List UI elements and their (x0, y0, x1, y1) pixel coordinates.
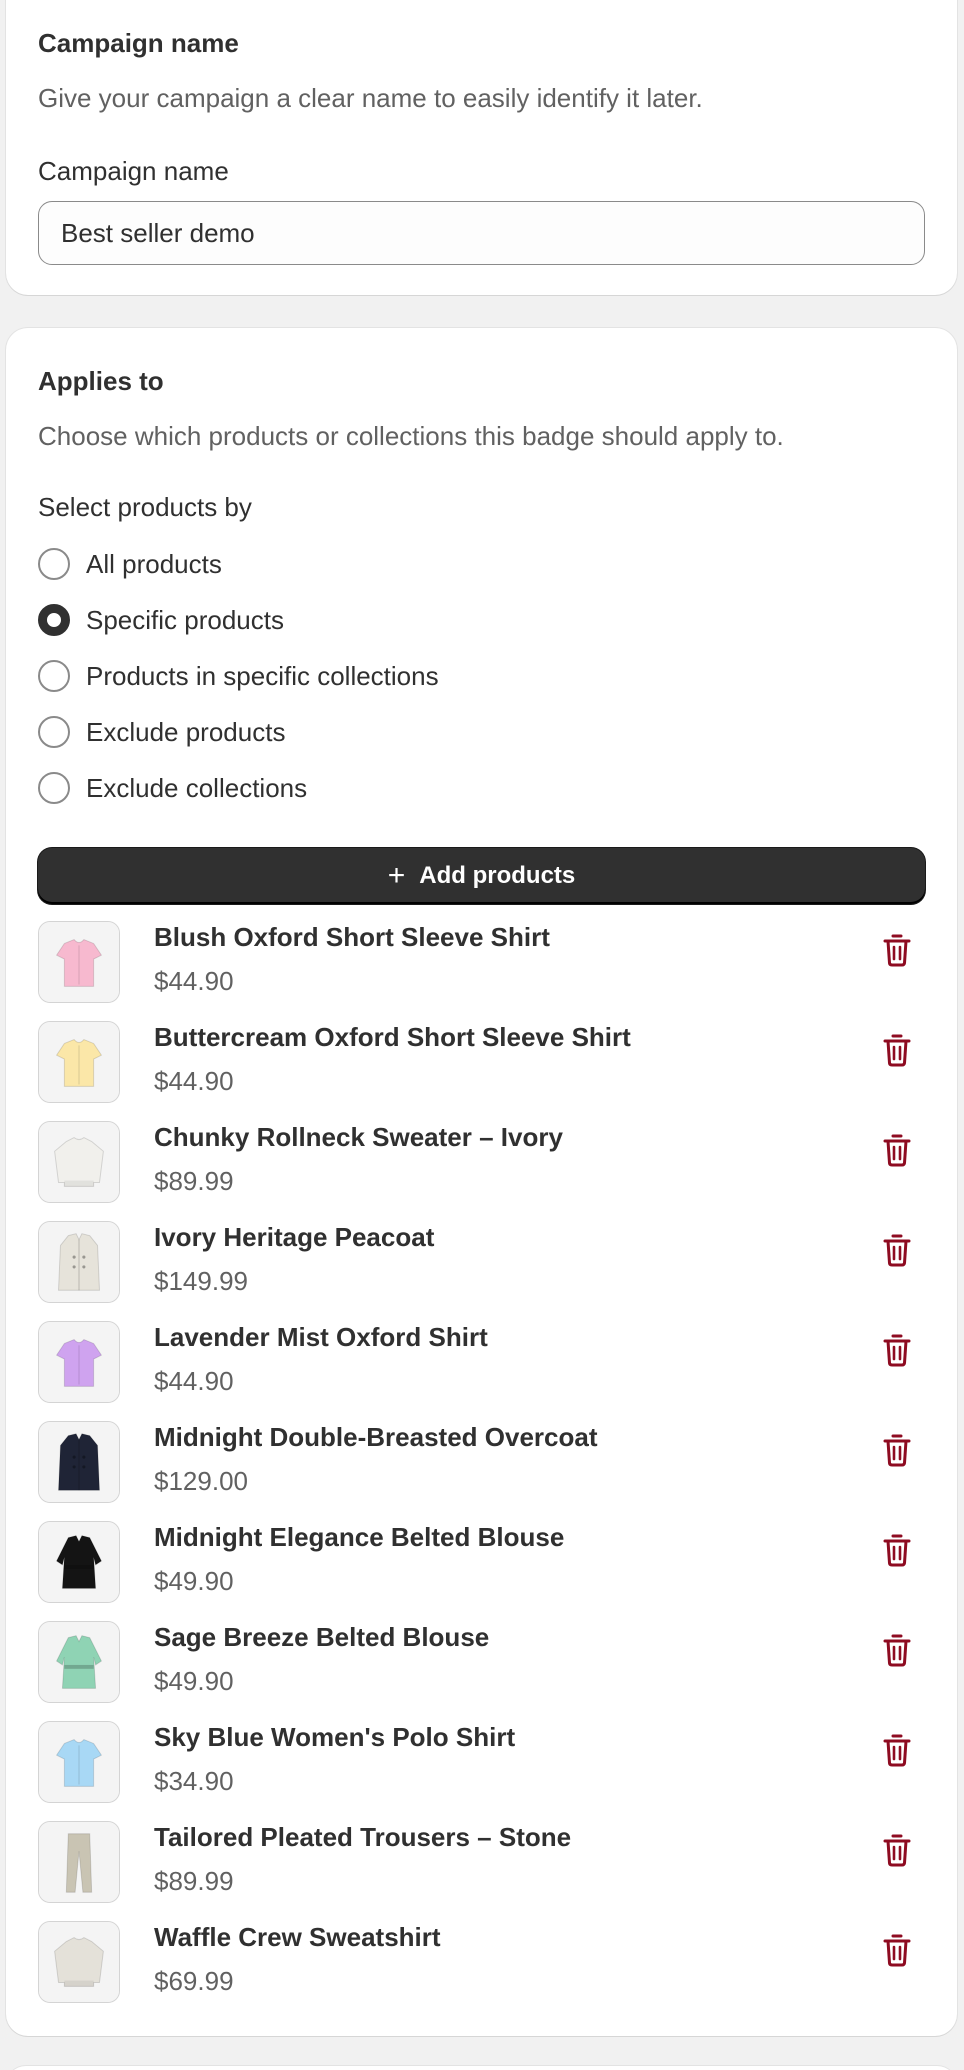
product-price: $49.90 (154, 1666, 234, 1696)
product-price: $44.90 (154, 1066, 234, 1096)
product-row: Sage Breeze Belted Blouse $49.90 (38, 1620, 925, 1704)
radio-button[interactable] (38, 660, 70, 692)
remove-product-button[interactable] (877, 1030, 917, 1070)
radio-button[interactable] (38, 548, 70, 580)
remove-product-button[interactable] (877, 1130, 917, 1170)
product-row: Tailored Pleated Trousers – Stone $89.99 (38, 1820, 925, 1904)
trash-icon (882, 1933, 912, 1967)
remove-product-button[interactable] (877, 1930, 917, 1970)
trash-icon (882, 1033, 912, 1067)
radio-option-label: Specific products (86, 604, 284, 635)
product-title: Buttercream Oxford Short Sleeve Shirt (154, 1022, 631, 1052)
product-row: Ivory Heritage Peacoat $149.99 (38, 1220, 925, 1304)
product-price: $149.99 (154, 1266, 248, 1296)
trash-icon (882, 1633, 912, 1667)
radio-option[interactable]: Specific products (38, 600, 284, 640)
trash-icon (882, 1733, 912, 1767)
campaign-name-input[interactable] (38, 201, 925, 265)
radio-option-label: Products in specific collections (86, 660, 439, 691)
product-title: Midnight Elegance Belted Blouse (154, 1522, 565, 1552)
trash-icon (882, 1133, 912, 1167)
product-title: Ivory Heritage Peacoat (154, 1222, 435, 1252)
trash-icon (882, 1333, 912, 1367)
remove-product-button[interactable] (877, 1830, 917, 1870)
applies-description: Choose which products or collections thi… (38, 421, 784, 451)
product-thumbnail (38, 921, 120, 1003)
remove-product-button[interactable] (877, 1430, 917, 1470)
product-row: Blush Oxford Short Sleeve Shirt $44.90 (38, 920, 925, 1004)
trash-icon (882, 1433, 912, 1467)
next-card (6, 2066, 957, 2070)
product-row: Midnight Elegance Belted Blouse $49.90 (38, 1520, 925, 1604)
product-title: Lavender Mist Oxford Shirt (154, 1322, 488, 1352)
applies-heading: Applies to (38, 366, 164, 396)
product-thumbnail (38, 1721, 120, 1803)
radio-option[interactable]: Exclude products (38, 712, 285, 752)
trash-icon (882, 1533, 912, 1567)
product-row: Chunky Rollneck Sweater – Ivory $89.99 (38, 1120, 925, 1204)
product-title: Sky Blue Women's Polo Shirt (154, 1722, 516, 1752)
product-row: Midnight Double-Breasted Overcoat $129.0… (38, 1420, 925, 1504)
product-price: $89.99 (154, 1166, 234, 1196)
applies-to-card: Applies to Choose which products or coll… (6, 328, 957, 2036)
product-price: $129.00 (154, 1466, 248, 1496)
product-title: Blush Oxford Short Sleeve Shirt (154, 922, 550, 952)
select-products-label: Select products by (38, 492, 252, 522)
campaign-name-label: Campaign name (38, 156, 229, 186)
product-title: Waffle Crew Sweatshirt (154, 1922, 441, 1952)
product-thumbnail (38, 1821, 120, 1903)
remove-product-button[interactable] (877, 1630, 917, 1670)
product-thumbnail (38, 1121, 120, 1203)
campaign-description: Give your campaign a clear name to easil… (38, 83, 703, 113)
remove-product-button[interactable] (877, 930, 917, 970)
product-thumbnail (38, 1321, 120, 1403)
radio-button[interactable] (38, 772, 70, 804)
remove-product-button[interactable] (877, 1230, 917, 1270)
radio-option[interactable]: Exclude collections (38, 768, 307, 808)
add-products-label: Add products (419, 862, 576, 889)
product-thumbnail (38, 1621, 120, 1703)
product-title: Sage Breeze Belted Blouse (154, 1622, 490, 1652)
product-row: Buttercream Oxford Short Sleeve Shirt $4… (38, 1020, 925, 1104)
remove-product-button[interactable] (877, 1330, 917, 1370)
product-price: $44.90 (154, 1366, 234, 1396)
radio-button-selected[interactable] (38, 604, 70, 636)
product-price: $49.90 (154, 1566, 234, 1596)
remove-product-button[interactable] (877, 1730, 917, 1770)
product-price: $44.90 (154, 966, 234, 996)
campaign-heading: Campaign name (38, 28, 239, 58)
product-title: Midnight Double-Breasted Overcoat (154, 1422, 598, 1452)
product-price: $34.90 (154, 1766, 234, 1796)
product-thumbnail (38, 1921, 120, 2003)
product-thumbnail (38, 1221, 120, 1303)
product-thumbnail (38, 1521, 120, 1603)
product-row: Waffle Crew Sweatshirt $69.99 (38, 1920, 925, 2004)
product-thumbnail (38, 1421, 120, 1503)
product-row: Sky Blue Women's Polo Shirt $34.90 (38, 1720, 925, 1804)
add-products-button[interactable]: + Add products (38, 848, 925, 904)
trash-icon (882, 933, 912, 967)
radio-option-label: Exclude collections (86, 772, 308, 803)
trash-icon (882, 1233, 912, 1267)
radio-option-label: All products (86, 548, 222, 579)
radio-option-label: Exclude products (86, 716, 286, 747)
radio-option[interactable]: Products in specific collections (38, 656, 439, 696)
product-title: Tailored Pleated Trousers – Stone (154, 1822, 572, 1852)
product-row: Lavender Mist Oxford Shirt $44.90 (38, 1320, 925, 1404)
product-price: $69.99 (154, 1966, 234, 1996)
plus-icon: + (387, 859, 406, 892)
radio-button[interactable] (38, 716, 70, 748)
radio-option[interactable]: All products (38, 544, 222, 584)
product-thumbnail (38, 1021, 120, 1103)
remove-product-button[interactable] (877, 1530, 917, 1570)
campaign-name-card: Campaign name Give your campaign a clear… (6, 0, 957, 295)
trash-icon (882, 1833, 912, 1867)
product-price: $89.99 (154, 1866, 234, 1896)
product-title: Chunky Rollneck Sweater – Ivory (154, 1122, 563, 1152)
